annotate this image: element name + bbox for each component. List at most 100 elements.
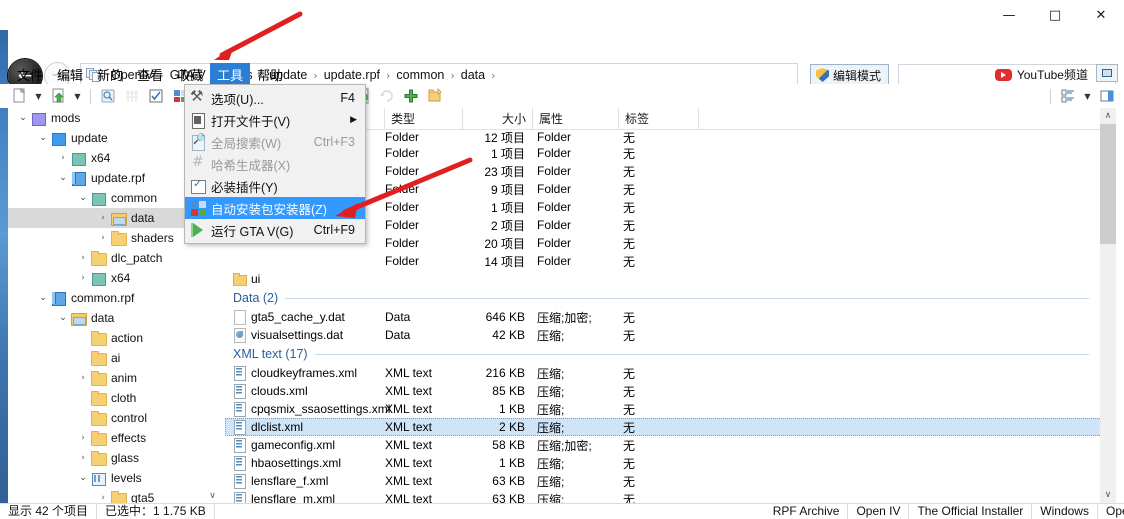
file-tag-cell: 无 [623,218,636,233]
column-header-type[interactable]: 类型 [385,108,463,130]
chevron-right-icon[interactable]: › [76,428,90,448]
tree-node-glass[interactable]: › glass [8,448,220,468]
file-name-cell: visualsettings.dat [225,328,385,343]
chevron-right-icon[interactable]: › [76,248,90,268]
table-row[interactable]: gameconfig.xml XML text 58 KB 压缩;加密; 无 [225,436,1116,454]
table-row[interactable]: clouds.xml XML text 85 KB 压缩; 无 [225,382,1116,400]
table-row[interactable]: dlclist.xml XML text 2 KB 压缩; 无 [225,418,1116,436]
tree-node-effects[interactable]: › effects [8,428,220,448]
tree-node-ai[interactable]: ai [8,348,220,368]
tree-node-cloth[interactable]: cloth [8,388,220,408]
view-list-icon[interactable] [1057,86,1079,106]
maximize-icon[interactable]: □ [1032,0,1078,30]
table-row[interactable]: lensflare_m.xml XML text 63 KB 压缩; 无 [225,490,1116,503]
list-scroll-down-icon[interactable]: ∨ [1100,487,1116,503]
table-row[interactable]: cloudkeyframes.xml XML text 216 KB 压缩; 无 [225,364,1116,382]
menu-item-shortcut: Ctrl+F9 [313,223,355,237]
panel-toggle-button[interactable] [1096,64,1118,82]
tools-dropdown-menu[interactable]: 选项(U)... F4 打开文件于(V) ▶ 全局搜索(W) Ctrl+F3 哈希生成器(X… [184,84,366,244]
close-icon[interactable]: ✕ [1078,0,1124,30]
tools-menu-item-2[interactable]: 全局搜索(W) Ctrl+F3 [185,131,365,153]
minimize-icon[interactable]: — [986,0,1032,30]
chevron-down-icon[interactable]: ⌄ [76,188,90,208]
tree-node-action[interactable]: action [8,328,220,348]
new-folder-toolbar-icon[interactable] [424,86,446,106]
submenu-chevron-icon[interactable]: ▶ [350,115,365,125]
openiv-window: — □ ✕ ← → OpenIV › GTA V › mods › update… [0,0,1124,519]
column-header-size[interactable]: 大小 [463,108,533,130]
chevron-right-icon[interactable]: › [96,488,110,503]
file-tag-cell: 无 [623,420,636,435]
tree-scroll-down-icon[interactable]: ∨ [205,488,220,503]
table-row[interactable]: lensflare_f.xml XML text 63 KB 压缩; 无 [225,472,1116,490]
chevron-right-icon[interactable]: › [76,448,90,468]
list-scroll-thumb[interactable] [1100,124,1116,244]
menu-view[interactable]: 查看 [130,63,170,86]
chevron-right-icon[interactable]: › [56,148,70,168]
table-row[interactable]: visualsettings.dat Data 42 KB 压缩; 无 [225,326,1116,344]
tools-menu-item-3[interactable]: 哈希生成器(X) [185,153,365,175]
file-tag-cell: 无 [623,402,636,417]
menu-new[interactable]: 新的 [90,63,130,86]
file-name: visualsettings.dat [251,328,344,342]
new-file-caret-icon[interactable]: ▼ [32,86,45,106]
plugins-toolbar-icon[interactable] [145,86,167,106]
new-file-add-caret-icon[interactable]: ▼ [71,86,84,106]
tree-node-common-rpf[interactable]: ⌄ common.rpf [8,288,220,308]
tools-menu-item-6[interactable]: 运行 GTA V(G) Ctrl+F9 [185,219,365,241]
file-list-scrollbar[interactable]: ∧ ∨ [1100,108,1116,503]
tree-node-label: update [71,131,108,145]
menu-tools[interactable]: 工具 [210,62,251,86]
chevron-down-icon[interactable]: ⌄ [56,308,70,328]
list-scroll-up-icon[interactable]: ∧ [1100,108,1116,124]
menu-help[interactable]: 帮助 [250,63,290,86]
tree-node-gta5[interactable]: › gta5 [8,488,220,503]
chevron-down-icon[interactable]: ⌄ [16,108,30,128]
tools-menu-item-4[interactable]: 必装插件(Y) [185,175,365,197]
add-toolbar-icon[interactable] [400,86,422,106]
file-list-group-header[interactable]: Data (2)∧ [225,288,1116,308]
menu-file[interactable]: 文件 [10,63,50,86]
column-header-attributes[interactable]: 属性 [533,108,619,130]
status-installer: The Official Installer [909,504,1033,519]
hash-generator-toolbar-icon[interactable] [121,86,143,106]
table-row[interactable]: hbaosettings.xml XML text 1 KB 压缩; 无 [225,454,1116,472]
file-attributes-cell: 压缩; [537,456,565,471]
chevron-down-icon[interactable]: ⌄ [56,168,70,188]
chevron-down-icon[interactable]: ⌄ [76,468,90,488]
file-list-group-header[interactable]: XML text (17)∧ [225,344,1116,364]
refresh-toolbar-icon[interactable] [376,86,398,106]
view-list-caret-icon[interactable]: ▼ [1081,86,1094,106]
new-file-icon[interactable] [8,86,30,106]
tree-node-anim[interactable]: › anim [8,368,220,388]
tree-node-dlc-patch[interactable]: › dlc_patch [8,248,220,268]
tools-menu-item-1[interactable]: 打开文件于(V) ▶ [185,109,365,131]
tree-node-control[interactable]: control [8,408,220,428]
column-header-tag[interactable]: 标签 [619,108,699,130]
toolbar: ▼ ▼ ▼ [0,84,1124,108]
chevron-right-icon[interactable]: › [76,368,90,388]
tree-node-data[interactable]: ⌄ data [8,308,220,328]
new-file-add-icon[interactable] [47,86,69,106]
chevron-right-icon[interactable]: › [96,228,110,248]
menu-edit[interactable]: 编辑 [50,63,90,86]
preview-pane-icon[interactable] [1096,86,1118,106]
chevron-right-icon[interactable]: › [96,208,110,228]
chevron-down-icon[interactable]: ⌄ [36,128,50,148]
chevron-down-icon[interactable]: ⌄ [36,288,50,308]
tools-menu-item-5[interactable]: 自动安装包安装器(Z) [185,197,365,219]
tree-node-levels[interactable]: ⌄ levels [8,468,220,488]
chevron-right-icon[interactable]: › [76,268,90,288]
menu-favorites[interactable]: 收藏 [170,63,210,86]
tools-menu-item-0[interactable]: 选项(U)... F4 [185,87,365,109]
table-row[interactable]: ui [225,270,1116,288]
youtube-channel-link[interactable]: YouTube频道 [994,66,1088,83]
table-row[interactable]: cpqsmix_ssaosettings.xml XML text 1 KB 压缩; 无 [225,400,1116,418]
file-size-cell: 1 KB [498,402,525,416]
table-row[interactable]: gta5_cache_y.dat Data 646 KB 压缩;加密; 无 [225,308,1116,326]
tree-node-x64[interactable]: › x64 [8,268,220,288]
tree-node-label: mods [51,111,81,125]
tree-node-label: gta5 [131,491,155,503]
table-row[interactable]: Folder 14 项目 Folder 无 [225,252,1116,270]
global-search-toolbar-icon[interactable] [97,86,119,106]
